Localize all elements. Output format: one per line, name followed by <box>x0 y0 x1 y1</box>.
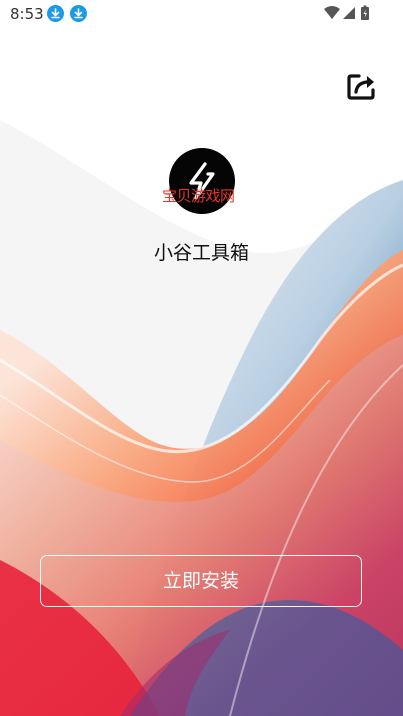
app-name: 小谷工具箱 <box>153 242 249 264</box>
system-status-icons <box>324 5 369 20</box>
background-wave-art <box>0 0 403 716</box>
install-button[interactable]: 立即安装 <box>40 555 362 607</box>
download-icon <box>47 5 64 22</box>
status-time: 8:53 <box>10 5 44 23</box>
download-icon <box>70 5 87 22</box>
battery-charging-icon <box>361 5 369 20</box>
share-icon <box>347 74 375 100</box>
share-button[interactable] <box>345 70 379 102</box>
signal-icon <box>343 7 355 19</box>
status-bar: 8:53 <box>0 0 403 28</box>
watermark-text: 宝贝游戏网 <box>162 187 235 205</box>
wifi-icon <box>324 6 340 19</box>
